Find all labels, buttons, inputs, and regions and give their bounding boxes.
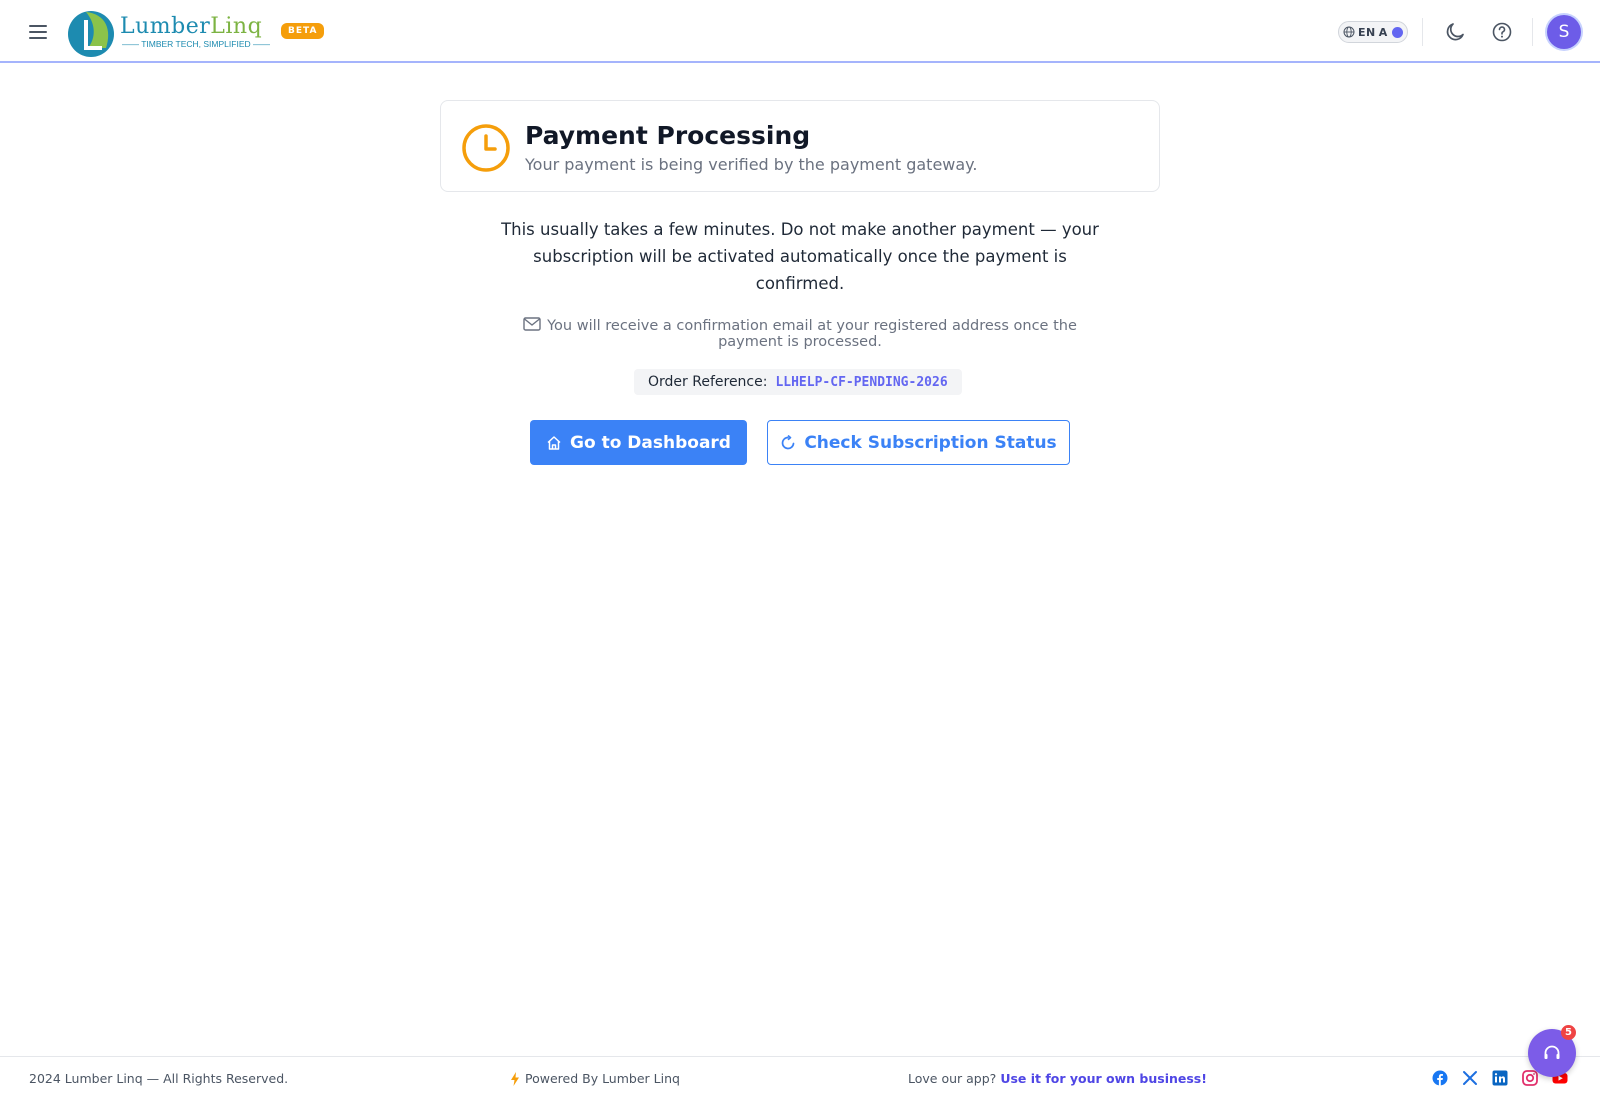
clock-icon <box>462 124 510 172</box>
promo-link[interactable]: Use it for your own business! <box>1000 1071 1207 1086</box>
logo-tagline: —— TIMBER TECH, SIMPLIFIED —— <box>122 39 270 49</box>
headset-icon <box>1544 1045 1560 1059</box>
beta-badge: BETA <box>281 23 325 39</box>
home-icon <box>547 435 561 450</box>
language-script: A <box>1378 25 1388 39</box>
language-toggle[interactable]: EN A <box>1338 21 1408 43</box>
footer-powered-by: Powered By Lumber Linq <box>510 1071 680 1086</box>
divider <box>1532 18 1533 46</box>
powered-by-text: Powered By Lumber Linq <box>525 1071 680 1086</box>
promo-text: Love our app? <box>908 1071 997 1086</box>
dark-mode-moon-icon[interactable] <box>1443 20 1467 44</box>
help-icon[interactable] <box>1490 20 1514 44</box>
facebook-icon[interactable] <box>1432 1070 1448 1086</box>
check-subscription-status-button[interactable]: Check Subscription Status <box>767 420 1070 465</box>
order-reference-label: Order Reference: <box>648 374 768 390</box>
footer-copyright: 2024 Lumber Linq — All Rights Reserved. <box>29 1071 289 1086</box>
lumberlinq-logo[interactable]: LumberLinq —— TIMBER TECH, SIMPLIFIED —— <box>66 6 270 58</box>
instagram-icon[interactable] <box>1522 1070 1538 1086</box>
mail-icon <box>523 317 541 331</box>
user-avatar[interactable]: S <box>1547 15 1581 49</box>
hamburger-menu-icon[interactable] <box>26 20 50 44</box>
email-note-text: You will receive a confirmation email at… <box>547 318 1077 350</box>
page-footer: 2024 Lumber Linq — All Rights Reserved. … <box>0 1056 1600 1100</box>
processing-message: This usually takes a few minutes. Do not… <box>501 220 1099 293</box>
logo-mark-icon <box>68 11 114 57</box>
status-subtitle: Your payment is being verified by the pa… <box>525 155 978 174</box>
top-header: LumberLinq —— TIMBER TECH, SIMPLIFIED ——… <box>0 0 1600 63</box>
notification-badge: 5 <box>1561 1025 1576 1040</box>
payment-status-card: Payment Processing Your payment is being… <box>440 100 1160 192</box>
go-to-dashboard-button[interactable]: Go to Dashboard <box>530 420 747 465</box>
status-title: Payment Processing <box>525 121 811 150</box>
x-icon[interactable] <box>1462 1070 1478 1086</box>
divider <box>1422 18 1423 46</box>
linkedin-icon[interactable] <box>1492 1070 1508 1086</box>
go-to-dashboard-label: Go to Dashboard <box>570 432 731 453</box>
order-reference: Order Reference: LLHELP-CF-PENDING-2026 <box>634 369 962 395</box>
logo-wordmark: LumberLinq <box>120 14 263 39</box>
globe-icon <box>1343 26 1355 38</box>
order-reference-code: LLHELP-CF-PENDING-2026 <box>775 374 948 390</box>
check-subscription-status-label: Check Subscription Status <box>804 432 1057 453</box>
footer-promo: Love our app? Use it for your own busines… <box>908 1071 1207 1086</box>
lightning-icon <box>511 1071 519 1086</box>
language-code: EN <box>1358 25 1376 39</box>
toggle-knob <box>1392 27 1403 38</box>
email-note: You will receive a confirmation email at… <box>500 316 1100 350</box>
refresh-icon <box>782 434 795 449</box>
